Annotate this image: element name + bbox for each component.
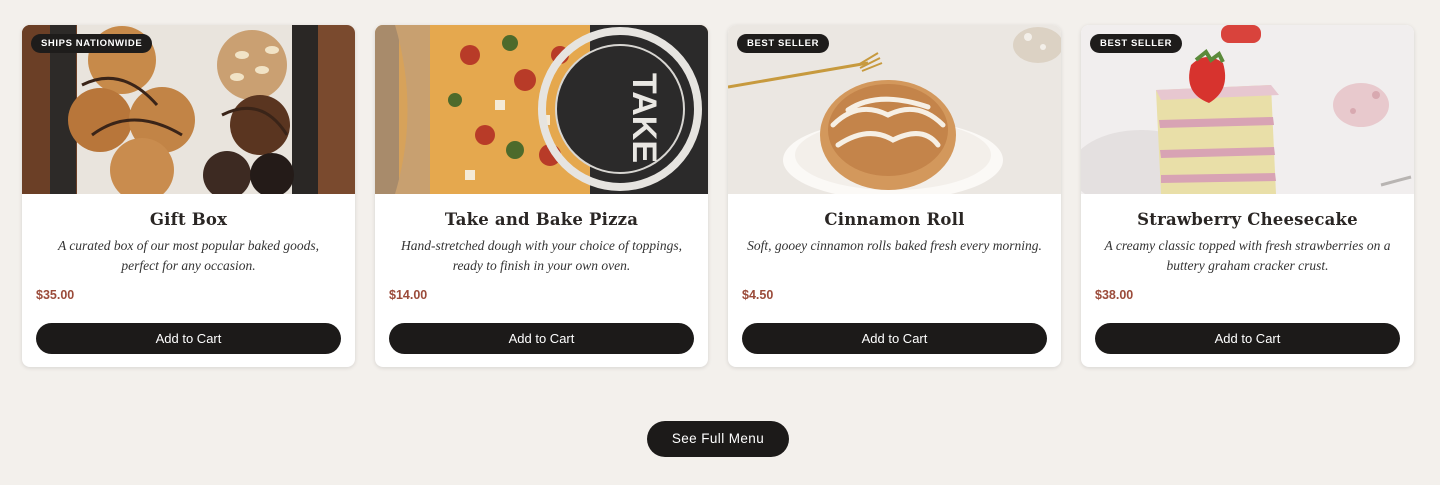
product-card-cinnamon-roll[interactable]: BEST SELLER Cinnamon Roll Soft, gooey ci… [728,25,1061,367]
pizza-image: TAKE [375,25,708,194]
add-to-cart-button[interactable]: Add to Cart [36,323,341,354]
product-description: Hand-stretched dough with your choice of… [400,238,683,273]
product-title: Gift Box [149,210,228,229]
gift-box-photo[interactable]: SHIPS NATIONWIDE [22,25,355,194]
product-title: Take and Bake Pizza [444,210,639,229]
product-badge: BEST SELLER [737,34,830,53]
product-price: $38.00 [1095,288,1134,302]
product-card-gift-box[interactable]: SHIPS NATIONWIDE Gift Box A curated box … [22,25,355,367]
product-description: A creamy classic topped with fresh straw… [1104,238,1391,273]
product-price: $35.00 [36,288,75,302]
product-title: Cinnamon Roll [824,210,965,229]
add-to-cart-button[interactable]: Add to Cart [389,323,694,354]
add-to-cart-button[interactable]: Add to Cart [1095,323,1400,354]
pizza-box-text: TAKE [625,73,663,163]
product-description: A curated box of our most popular baked … [57,238,320,273]
product-title: Strawberry Cheesecake [1137,210,1358,229]
product-price: $14.00 [389,288,428,302]
strawberry-cake-photo[interactable]: BEST SELLER [1081,25,1414,194]
product-badge: BEST SELLER [1090,34,1183,53]
see-full-menu-button[interactable]: See Full Menu [647,421,789,457]
product-card-strawberry-cheesecake[interactable]: BEST SELLER Strawberry Cheesecake A crea… [1081,25,1414,367]
pizza-photo[interactable]: TAKE [375,25,708,194]
product-grid: SHIPS NATIONWIDE Gift Box A curated box … [22,25,1414,367]
product-badge: SHIPS NATIONWIDE [31,34,153,53]
product-description: Soft, gooey cinnamon rolls baked fresh e… [747,238,1042,253]
product-card-pizza[interactable]: TAKE Take and Bake Pizza Hand-stretched … [375,25,708,367]
cinnamon-roll-photo[interactable]: BEST SELLER [728,25,1061,194]
product-price: $4.50 [742,288,774,302]
add-to-cart-button[interactable]: Add to Cart [742,323,1047,354]
